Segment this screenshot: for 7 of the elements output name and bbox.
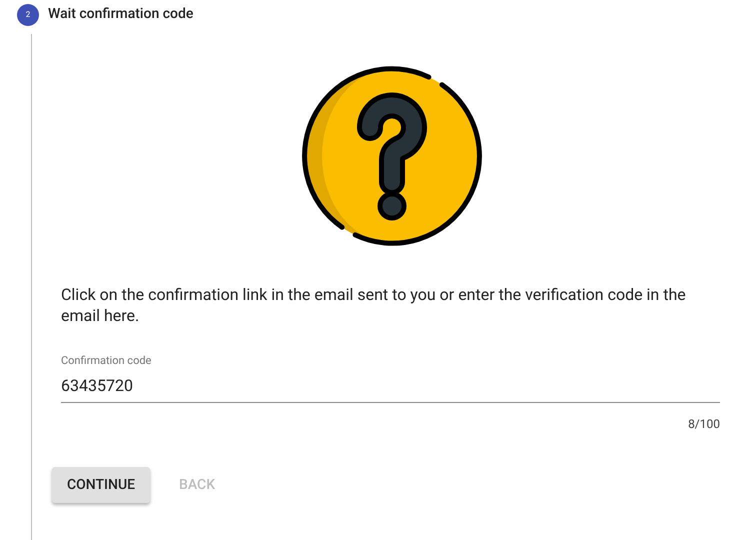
- confirmation-code-input[interactable]: 63435720: [61, 374, 720, 403]
- continue-button[interactable]: CONTINUE: [52, 467, 150, 503]
- character-counter: 8/100: [688, 416, 720, 433]
- instruction-text: Click on the confirmation link in the email sent to you or enter the verification code in the email here.: [61, 284, 687, 326]
- field-label: Confirmation code: [61, 354, 152, 368]
- step-title: Wait confirmation code: [48, 5, 194, 24]
- step-number: 2: [17, 4, 39, 26]
